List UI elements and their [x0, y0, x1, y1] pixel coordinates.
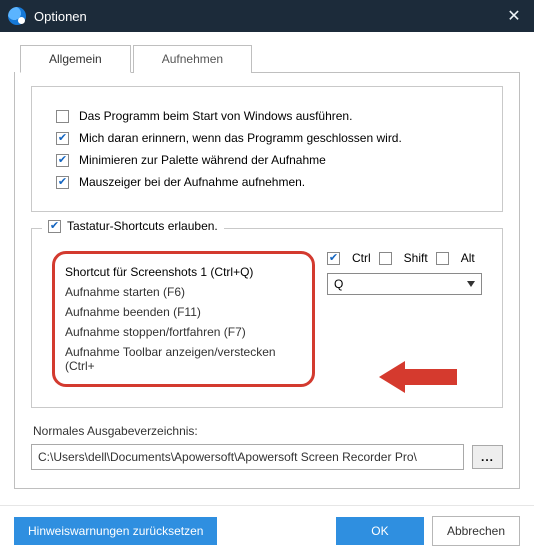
checkbox-minimize-palette[interactable]: [56, 154, 69, 167]
checkbox-remind-close[interactable]: [56, 132, 69, 145]
browse-button[interactable]: ...: [472, 445, 503, 469]
close-icon[interactable]: ✕: [502, 6, 526, 26]
chevron-down-icon: [467, 281, 475, 287]
app-icon: [8, 7, 26, 25]
checkbox-ctrl[interactable]: [327, 252, 340, 265]
ok-button[interactable]: OK: [336, 517, 424, 545]
shortcut-item[interactable]: Shortcut für Screenshots 1 (Ctrl+Q): [65, 262, 302, 282]
shortcut-item[interactable]: Aufnahme beenden (F11): [65, 302, 302, 322]
general-options-group: Das Programm beim Start von Windows ausf…: [31, 86, 503, 212]
checkbox-alt[interactable]: [436, 252, 449, 265]
shortcut-item[interactable]: Aufnahme Toolbar anzeigen/verstecken (Ct…: [65, 342, 302, 376]
label-enable-shortcuts: Tastatur-Shortcuts erlauben.: [67, 219, 218, 233]
tab-recording[interactable]: Aufnehmen: [133, 45, 252, 73]
label-shift: Shift: [404, 251, 428, 265]
label-run-on-start: Das Programm beim Start von Windows ausf…: [79, 109, 352, 123]
tab-panel-general: Das Programm beim Start von Windows ausf…: [14, 72, 520, 489]
reset-warnings-button[interactable]: Hinweiswarnungen zurücksetzen: [14, 517, 217, 545]
dialog-footer: Hinweiswarnungen zurücksetzen OK Abbrech…: [0, 505, 534, 558]
checkbox-shift[interactable]: [379, 252, 392, 265]
shortcut-item[interactable]: Aufnahme stoppen/fortfahren (F7): [65, 322, 302, 342]
label-capture-cursor: Mauszeiger bei der Aufnahme aufnehmen.: [79, 175, 305, 189]
window-title: Optionen: [34, 9, 502, 24]
shortcut-editor: Ctrl Shift Alt Q: [327, 251, 482, 387]
checkbox-enable-shortcuts[interactable]: [48, 220, 61, 233]
shortcut-item[interactable]: Aufnahme starten (F6): [65, 282, 302, 302]
shortcuts-group: Tastatur-Shortcuts erlauben. Shortcut fü…: [31, 228, 503, 408]
label-ctrl: Ctrl: [352, 251, 371, 265]
cancel-button[interactable]: Abbrechen: [432, 516, 520, 546]
output-dir-label: Normales Ausgabeverzeichnis:: [33, 424, 503, 438]
label-minimize-palette: Minimieren zur Palette während der Aufna…: [79, 153, 326, 167]
tab-strip: Allgemein Aufnehmen: [20, 44, 520, 73]
shortcut-key-select[interactable]: Q: [327, 273, 482, 295]
label-remind-close: Mich daran erinnern, wenn das Programm g…: [79, 131, 402, 145]
shortcut-key-value: Q: [334, 277, 343, 291]
label-alt: Alt: [461, 251, 475, 265]
checkbox-run-on-start[interactable]: [56, 110, 69, 123]
shortcut-list[interactable]: Shortcut für Screenshots 1 (Ctrl+Q) Aufn…: [52, 251, 315, 387]
title-bar: Optionen ✕: [0, 0, 534, 32]
output-dir-field[interactable]: C:\Users\dell\Documents\Apowersoft\Apowe…: [31, 444, 464, 470]
checkbox-capture-cursor[interactable]: [56, 176, 69, 189]
tab-general[interactable]: Allgemein: [20, 45, 131, 73]
